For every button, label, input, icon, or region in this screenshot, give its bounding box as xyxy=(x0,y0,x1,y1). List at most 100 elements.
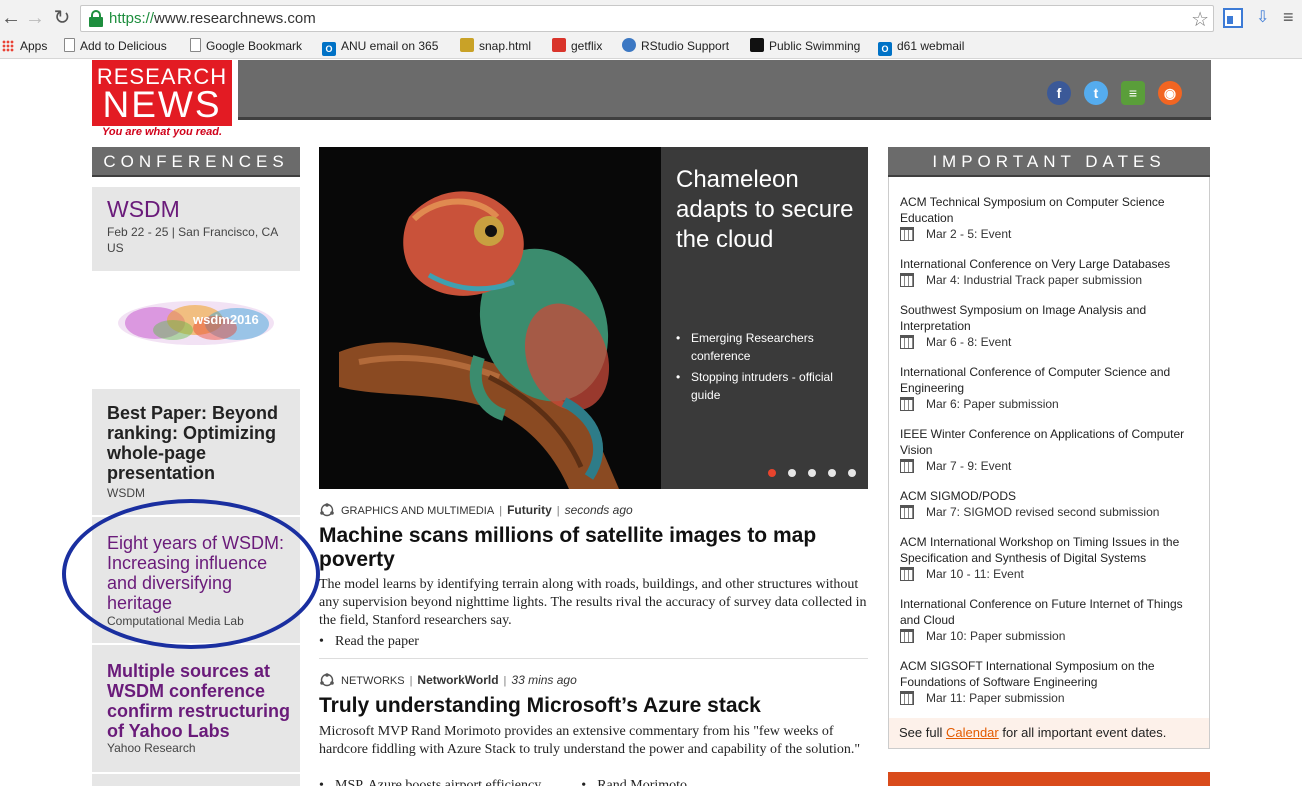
site-logo[interactable]: RESEARCH NEWS xyxy=(92,60,232,126)
calendar-link[interactable]: Calendar xyxy=(946,725,999,740)
office365-icon: O xyxy=(878,42,892,56)
networks-topic-icon xyxy=(319,673,335,687)
article-summary: The model learns by identifying terrain … xyxy=(319,577,867,628)
site-tagline: You are what you read. xyxy=(102,126,223,138)
pickaxe-icon xyxy=(460,38,474,52)
forward-arrow-icon[interactable]: → xyxy=(24,6,46,30)
date-title[interactable]: IEEE Winter Conference on Applications o… xyxy=(900,426,1200,458)
bookmark-star-icon[interactable]: ☆ xyxy=(1191,7,1209,32)
date-item[interactable]: International Conference on Very Large D… xyxy=(900,256,1200,288)
article-meta: NETWORKS | NetworkWorld | 33 mins ago xyxy=(319,673,577,687)
carousel-dot[interactable] xyxy=(808,469,816,477)
carousel-dot[interactable] xyxy=(848,469,856,477)
date-item[interactable]: Southwest Symposium on Image Analysis an… xyxy=(900,302,1200,350)
article-links: Read the paper xyxy=(319,633,419,651)
article-title[interactable]: Machine scans millions of satellite imag… xyxy=(319,524,859,572)
bookmark-rstudio-support[interactable]: RStudio Support xyxy=(622,37,729,55)
bookmark-snap-html[interactable]: snap.html xyxy=(460,37,531,55)
conference-story[interactable]: Multiple sources at WSDM conference conf… xyxy=(92,645,300,772)
extension-window-icon[interactable] xyxy=(1223,8,1243,28)
promo-box-partial xyxy=(888,772,1210,786)
date-item[interactable]: International Conference on Future Inter… xyxy=(900,596,1200,644)
url-text[interactable]: https://www.researchnews.com xyxy=(109,10,316,27)
carousel-dot-active[interactable] xyxy=(768,469,776,477)
date-when: Mar 6 - 8: Event xyxy=(900,334,1200,350)
rss-icon[interactable]: ◉ xyxy=(1158,81,1182,105)
reload-icon[interactable]: ↻ xyxy=(51,6,73,30)
date-title[interactable]: International Conference on Very Large D… xyxy=(900,256,1200,272)
article-topic[interactable]: NETWORKS xyxy=(341,675,405,687)
date-item[interactable]: International Conference of Computer Sci… xyxy=(900,364,1200,412)
chameleon-image[interactable] xyxy=(319,147,661,489)
carousel-dot[interactable] xyxy=(788,469,796,477)
carousel-link[interactable]: Emerging Researchers conference xyxy=(676,329,861,365)
important-dates-heading: IMPORTANT DATES xyxy=(888,147,1210,177)
bookmark-apps[interactable]: Apps xyxy=(2,37,47,55)
download-extension-icon[interactable]: ⇩ xyxy=(1256,8,1276,28)
date-title[interactable]: ACM SIGSOFT International Symposium on t… xyxy=(900,658,1200,690)
conference-card[interactable]: WSDM Feb 22 - 25 | San Francisco, CA US xyxy=(92,187,300,271)
featured-carousel[interactable]: Chameleon adapts to secure the cloud Eme… xyxy=(319,147,868,489)
calendar-icon xyxy=(900,227,914,241)
date-when: Mar 7 - 9: Event xyxy=(900,458,1200,474)
facebook-icon[interactable]: f xyxy=(1047,81,1071,105)
rstudio-icon xyxy=(622,38,636,52)
article-summary: Microsoft MVP Rand Morimoto provides an … xyxy=(319,724,861,757)
bookmark-add-to-delicious[interactable]: Add to Delicious xyxy=(64,37,167,55)
story-title[interactable]: Best Paper: Beyond ranking: Optimizing w… xyxy=(107,403,292,483)
carousel-link[interactable]: Stopping intruders - official guide xyxy=(676,368,861,404)
twitter-icon[interactable]: t xyxy=(1084,81,1108,105)
bookmark-anu-email[interactable]: O ANU email on 365 xyxy=(322,37,438,56)
date-when: Mar 6: Paper submission xyxy=(900,396,1200,412)
calendar-icon xyxy=(900,335,914,349)
date-title[interactable]: ACM SIGMOD/PODS xyxy=(900,488,1200,504)
calendar-icon xyxy=(900,567,914,581)
date-item[interactable]: ACM International Workshop on Timing Iss… xyxy=(900,534,1200,582)
graphics-topic-icon xyxy=(319,503,335,517)
date-title[interactable]: ACM Technical Symposium on Computer Scie… xyxy=(900,194,1200,226)
article-topic[interactable]: GRAPHICS AND MULTIMEDIA xyxy=(341,505,494,517)
calendar-icon xyxy=(900,505,914,519)
date-title[interactable]: ACM International Workshop on Timing Iss… xyxy=(900,534,1200,566)
wsdm-logo[interactable]: wsdm2016 xyxy=(115,290,277,352)
date-title[interactable]: International Conference on Future Inter… xyxy=(900,596,1200,628)
carousel-caption: Chameleon adapts to secure the cloud Eme… xyxy=(661,147,868,489)
menu-icon[interactable]: ≡ xyxy=(1283,8,1302,28)
conference-story[interactable]: Best Paper: Beyond ranking: Optimizing w… xyxy=(92,389,300,515)
article-link[interactable]: MSP, Azure boosts airport efficiency xyxy=(319,777,541,786)
date-when: Mar 2 - 5: Event xyxy=(900,226,1200,242)
date-title[interactable]: International Conference of Computer Sci… xyxy=(900,364,1200,396)
date-item[interactable]: ACM SIGSOFT International Symposium on t… xyxy=(900,658,1200,706)
story-source: Yahoo Research xyxy=(107,741,196,755)
story-source: WSDM xyxy=(107,486,145,500)
date-when: Mar 11: Paper submission xyxy=(900,690,1200,706)
date-item[interactable]: ACM SIGMOD/PODS Mar 7: SIGMOD revised se… xyxy=(900,488,1200,520)
date-title[interactable]: Southwest Symposium on Image Analysis an… xyxy=(900,302,1200,334)
bookmark-d61-webmail[interactable]: Od61 webmail xyxy=(878,37,964,56)
date-item[interactable]: ACM Technical Symposium on Computer Scie… xyxy=(900,194,1200,242)
bookmark-google-bookmark[interactable]: Google Bookmark xyxy=(190,37,302,55)
bookmark-public-swimming[interactable]: Public Swimming xyxy=(750,37,860,55)
wsdm-logo-text: wsdm2016 xyxy=(192,312,259,327)
article-source[interactable]: Futurity xyxy=(507,503,552,517)
address-bar[interactable]: https://www.researchnews.com ☆ xyxy=(80,5,1214,32)
article-source[interactable]: NetworkWorld xyxy=(417,673,498,687)
bookmark-getflix[interactable]: getflix xyxy=(552,37,602,55)
story-title[interactable]: Multiple sources at WSDM conference conf… xyxy=(107,661,292,741)
calendar-icon xyxy=(900,459,914,473)
back-arrow-icon[interactable]: ← xyxy=(0,6,22,30)
carousel-title[interactable]: Chameleon adapts to secure the cloud xyxy=(676,165,861,255)
browser-chrome: ← → ↻ https://www.researchnews.com ☆ ⇩ ≡… xyxy=(0,0,1302,59)
calendar-icon xyxy=(900,691,914,705)
article-title[interactable]: Truly understanding Microsoft’s Azure st… xyxy=(319,694,859,718)
conference-name[interactable]: WSDM xyxy=(107,196,180,223)
calendar-icon xyxy=(900,629,914,643)
lock-icon xyxy=(89,10,103,27)
date-item[interactable]: IEEE Winter Conference on Applications o… xyxy=(900,426,1200,474)
notes-icon[interactable]: ≡ xyxy=(1121,81,1145,105)
calendar-note: See full Calendar for all important even… xyxy=(889,718,1209,748)
article-link[interactable]: Read the paper xyxy=(319,633,419,651)
carousel-dot[interactable] xyxy=(828,469,836,477)
bookmarks-bar: Apps Add to Delicious Google Bookmark OA… xyxy=(0,36,1302,56)
article-link[interactable]: Rand Morimoto xyxy=(581,777,687,786)
